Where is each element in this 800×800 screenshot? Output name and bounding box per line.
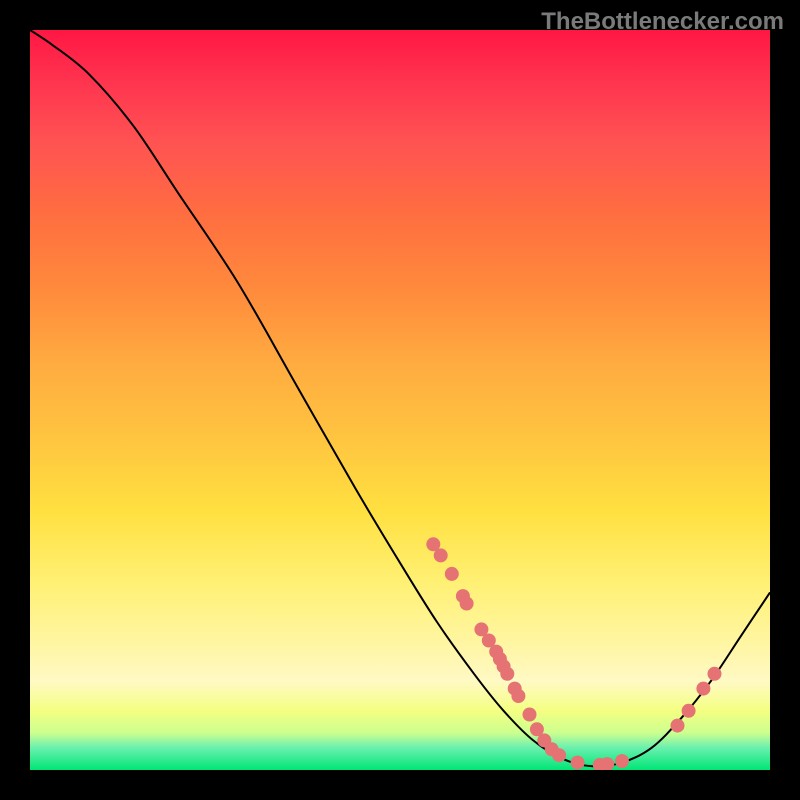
data-marker — [434, 548, 448, 562]
data-marker — [511, 689, 525, 703]
data-marker — [671, 719, 685, 733]
chart-gradient-area — [30, 30, 770, 770]
bottleneck-curve — [30, 30, 770, 766]
data-marker — [552, 748, 566, 762]
data-markers-group — [426, 537, 721, 770]
data-marker — [708, 667, 722, 681]
data-marker — [523, 708, 537, 722]
data-marker — [460, 597, 474, 611]
watermark-text: TheBottlenecker.com — [541, 8, 784, 36]
chart-svg — [30, 30, 770, 770]
data-marker — [445, 567, 459, 581]
data-marker — [500, 667, 514, 681]
data-marker — [682, 704, 696, 718]
data-marker — [571, 756, 585, 770]
data-marker — [615, 754, 629, 768]
data-marker — [696, 682, 710, 696]
